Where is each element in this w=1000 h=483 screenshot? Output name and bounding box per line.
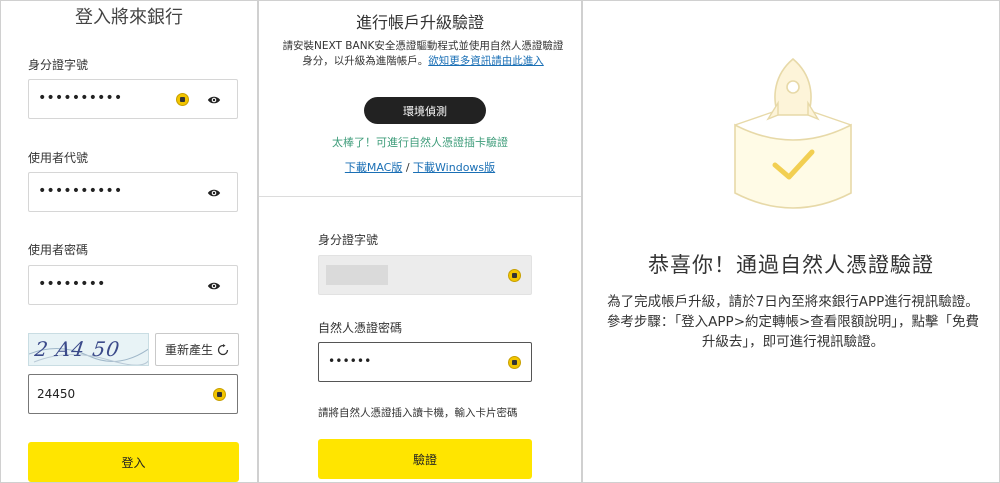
download-separator: / <box>402 161 414 174</box>
smart-card-icon <box>213 388 226 401</box>
cert-password-field[interactable]: •••••• <box>318 342 532 382</box>
login-panel: 登入將來銀行 身分證字號 •••••••••• 使用者代號 ••••••••••… <box>0 0 258 483</box>
card-reader-hint: 請將自然人憑證插入讀卡機，輸入卡片密碼 <box>318 407 518 419</box>
regenerate-captcha-button[interactable]: 重新產生 <box>155 333 239 366</box>
id-number-label: 身分證字號 <box>28 58 89 72</box>
login-button[interactable]: 登入 <box>28 442 239 482</box>
verify-button[interactable]: 驗證 <box>318 439 532 479</box>
environment-check-button[interactable]: 環境偵測 <box>364 97 486 124</box>
download-windows-link[interactable]: 下載Windows版 <box>413 161 495 174</box>
captcha-input-value: 24450 <box>37 387 76 401</box>
user-code-field[interactable]: •••••••••• <box>28 172 238 212</box>
show-password-icon[interactable] <box>207 186 221 200</box>
rocket-success-icon <box>734 57 852 209</box>
regenerate-label: 重新產生 <box>164 343 213 357</box>
user-code-value: •••••••••• <box>38 183 123 199</box>
captcha-input[interactable]: 24450 <box>28 374 238 414</box>
captcha-image: 2 A4 50 <box>28 333 149 366</box>
upgrade-description: 請安裝NEXT BANK安全憑證驅動程式並使用自然人憑證驗證身分，以升級為進階帳… <box>279 39 567 69</box>
upgrade-id-field <box>318 255 532 295</box>
cert-password-value: •••••• <box>328 354 372 368</box>
smart-card-icon <box>508 356 521 369</box>
upgrade-title: 進行帳戶升級驗證 <box>355 13 484 32</box>
download-mac-link[interactable]: 下載MAC版 <box>345 161 403 174</box>
section-divider <box>259 196 581 197</box>
user-code-label: 使用者代號 <box>28 151 89 165</box>
upgrade-panel: 進行帳戶升級驗證 請安裝NEXT BANK安全憑證驅動程式並使用自然人憑證驗證身… <box>258 0 582 483</box>
result-headline: 恭喜你！通過自然人憑證驗證 <box>648 253 934 277</box>
download-links: 下載MAC版 / 下載Windows版 <box>259 159 581 175</box>
smart-card-icon <box>176 93 189 106</box>
captcha-text: 2 A4 50 <box>33 337 122 361</box>
env-check-success-text: 太棒了！可進行自然人憑證插卡驗證 <box>332 136 508 149</box>
show-password-icon[interactable] <box>207 93 221 107</box>
result-instructions: 為了完成帳戶升級，請於7日內至將來銀行APP進行視訊驗證。參考步驟：「登入APP… <box>606 294 980 350</box>
upgrade-id-label: 身分證字號 <box>318 233 379 247</box>
user-password-value: •••••••• <box>38 276 106 292</box>
more-info-link[interactable]: 欲知更多資訊請由此進入 <box>428 55 544 67</box>
id-number-value: •••••••••• <box>38 90 123 106</box>
id-number-field[interactable]: •••••••••• <box>28 79 238 119</box>
login-title: 登入將來銀行 <box>75 7 183 28</box>
refresh-icon <box>217 343 229 355</box>
user-password-label: 使用者密碼 <box>28 243 89 257</box>
id-masked-block <box>326 265 388 285</box>
show-password-icon[interactable] <box>207 279 221 293</box>
smart-card-icon <box>508 269 521 282</box>
result-panel: 恭喜你！通過自然人憑證驗證 為了完成帳戶升級，請於7日內至將來銀行APP進行視訊… <box>582 0 1000 483</box>
user-password-field[interactable]: •••••••• <box>28 265 238 305</box>
cert-password-label: 自然人憑證密碼 <box>318 321 403 335</box>
